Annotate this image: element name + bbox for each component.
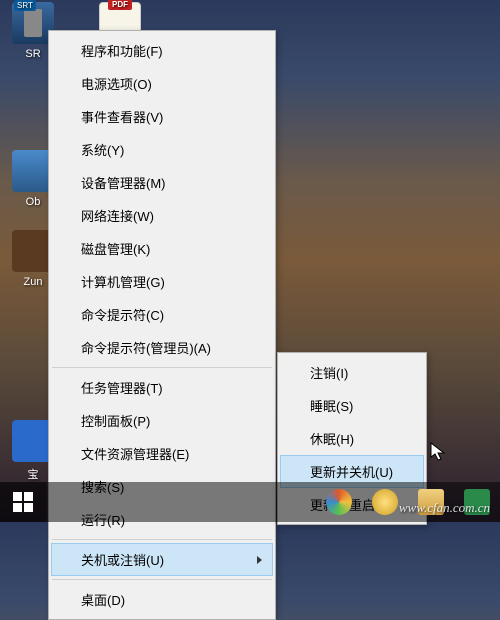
desktop-icon-label: SR	[25, 48, 40, 60]
submenu-sleep[interactable]: 睡眠(S)	[280, 389, 424, 422]
menu-label: 休眠(H)	[310, 432, 354, 447]
menu-label: 计算机管理(G)	[81, 275, 165, 290]
menu-label: 睡眠(S)	[310, 399, 353, 414]
menu-label: 电源选项(O)	[81, 77, 152, 92]
menu-separator	[52, 367, 272, 368]
menu-device-manager[interactable]: 设备管理器(M)	[51, 166, 273, 199]
windows-logo-icon	[13, 492, 33, 512]
desktop-icon-label: Ob	[26, 196, 41, 208]
menu-disk-management[interactable]: 磁盘管理(K)	[51, 232, 273, 265]
menu-label: 系统(Y)	[81, 143, 124, 158]
menu-label: 程序和功能(F)	[81, 44, 163, 59]
menu-shutdown-signout[interactable]: 关机或注销(U)	[51, 543, 273, 576]
menu-label: 注销(I)	[310, 366, 348, 381]
taskbar-app-1[interactable]	[316, 482, 362, 522]
submenu-signout[interactable]: 注销(I)	[280, 356, 424, 389]
menu-desktop[interactable]: 桌面(D)	[51, 583, 273, 616]
menu-label: 更新并关机(U)	[310, 465, 393, 480]
menu-label: 桌面(D)	[81, 593, 125, 608]
menu-label: 磁盘管理(K)	[81, 242, 150, 257]
srt-badge: SRT	[14, 0, 36, 11]
start-button[interactable]	[0, 482, 46, 522]
menu-programs-features[interactable]: 程序和功能(F)	[51, 34, 273, 67]
menu-label: 命令提示符(管理员)(A)	[81, 341, 211, 356]
menu-task-manager[interactable]: 任务管理器(T)	[51, 371, 273, 404]
menu-event-viewer[interactable]: 事件查看器(V)	[51, 100, 273, 133]
menu-network-connections[interactable]: 网络连接(W)	[51, 199, 273, 232]
desktop-icon-label: Zun	[24, 276, 43, 288]
watermark-text: www.cfan.com.cn	[399, 500, 490, 516]
menu-command-prompt-admin[interactable]: 命令提示符(管理员)(A)	[51, 331, 273, 364]
menu-control-panel[interactable]: 控制面板(P)	[51, 404, 273, 437]
menu-label: 命令提示符(C)	[81, 308, 164, 323]
menu-system[interactable]: 系统(Y)	[51, 133, 273, 166]
mouse-cursor-icon	[430, 442, 448, 464]
submenu-arrow-icon	[257, 556, 262, 564]
menu-label: 事件查看器(V)	[81, 110, 163, 125]
winx-context-menu: 程序和功能(F) 电源选项(O) 事件查看器(V) 系统(Y) 设备管理器(M)…	[48, 30, 276, 620]
menu-computer-management[interactable]: 计算机管理(G)	[51, 265, 273, 298]
menu-separator	[52, 579, 272, 580]
submenu-hibernate[interactable]: 休眠(H)	[280, 422, 424, 455]
menu-label: 文件资源管理器(E)	[81, 447, 189, 462]
menu-separator	[52, 539, 272, 540]
menu-file-explorer[interactable]: 文件资源管理器(E)	[51, 437, 273, 470]
desktop-icon-label: 宝	[28, 469, 39, 481]
menu-label: 控制面板(P)	[81, 414, 150, 429]
menu-power-options[interactable]: 电源选项(O)	[51, 67, 273, 100]
menu-label: 网络连接(W)	[81, 209, 154, 224]
menu-label: 设备管理器(M)	[81, 176, 166, 191]
menu-label: 关机或注销(U)	[81, 553, 164, 568]
pdf-badge: PDF	[108, 0, 132, 10]
menu-label: 任务管理器(T)	[81, 381, 163, 396]
menu-command-prompt[interactable]: 命令提示符(C)	[51, 298, 273, 331]
